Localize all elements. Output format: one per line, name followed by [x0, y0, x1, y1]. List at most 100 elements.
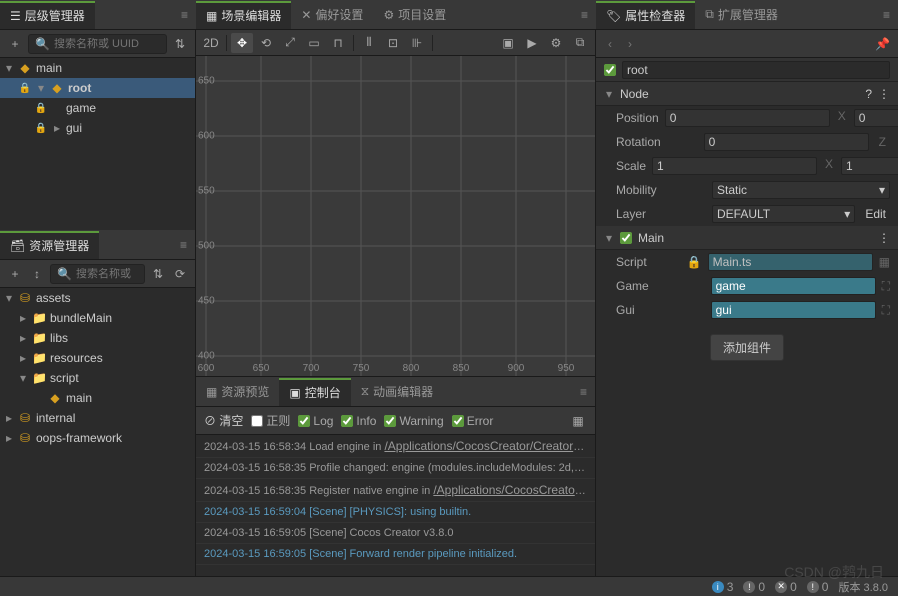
assets-tree: ▾⛁assets ▸📁bundleMain ▸📁libs ▸📁resources… [0, 288, 195, 576]
layer-edit-button[interactable]: Edit [861, 207, 890, 221]
asset-internal[interactable]: ▸⛁internal [0, 408, 195, 428]
tab-asset-preview[interactable]: ▦资源预览 [196, 378, 279, 406]
asset-bundlemain[interactable]: ▸📁bundleMain [0, 308, 195, 328]
layer-label: Layer [616, 207, 706, 221]
add-asset-button[interactable]: + [6, 265, 24, 283]
help-icon[interactable]: ? [865, 87, 872, 101]
assets-menu-icon[interactable]: ≡ [172, 238, 195, 252]
add-node-button[interactable]: + [6, 35, 24, 53]
more-icon[interactable]: ⋮ [878, 231, 890, 245]
position-y-input[interactable] [854, 109, 898, 127]
play-button[interactable]: ▶ [521, 33, 543, 53]
device-button[interactable]: ⧉ [569, 33, 591, 53]
info-filter[interactable]: Info [341, 414, 376, 428]
rect-tool[interactable]: ▭ [303, 33, 325, 53]
search-icon: 🔍 [57, 267, 72, 281]
tab-console[interactable]: ▣控制台 [279, 378, 350, 406]
node-game[interactable]: 🔒game [0, 98, 195, 118]
inspector-menu-icon[interactable]: ≡ [875, 8, 898, 22]
lock-icon: 🔒 [18, 83, 32, 94]
main-section-header[interactable]: ▾ Main ⋮ [596, 226, 898, 250]
hierarchy-search[interactable]: 🔍 [28, 34, 167, 54]
node-main[interactable]: ▾◆main [0, 58, 195, 78]
tab-extensions[interactable]: ⧉扩展管理器 [695, 1, 788, 29]
regex-checkbox[interactable]: 正则 [251, 412, 290, 429]
tab-inspector[interactable]: 🏷属性检查器 [596, 1, 695, 29]
pivot-tool[interactable]: ⊡ [382, 33, 404, 53]
db-icon: ⛁ [18, 411, 32, 425]
log-line: 2024-03-15 16:58:35 Register native engi… [196, 479, 595, 502]
sort-button[interactable]: ↕ [28, 265, 46, 283]
locate-icon[interactable]: ▦ [879, 255, 890, 269]
scale-tool[interactable]: ⤢ [279, 33, 301, 53]
game-field[interactable] [711, 277, 876, 295]
asset-script[interactable]: ▾📁script [0, 368, 195, 388]
object-name-input[interactable] [622, 61, 890, 79]
scale-y-input[interactable] [841, 157, 898, 175]
x-icon: ✕ [775, 581, 787, 593]
locate-icon[interactable]: ⛶ [882, 279, 890, 294]
move-tool[interactable]: ✥ [231, 33, 253, 53]
mobility-select[interactable]: Static▾ [712, 181, 890, 199]
console-menu-icon[interactable]: ≡ [572, 385, 595, 399]
add-component-button[interactable]: 添加组件 [710, 334, 784, 361]
asset-oops[interactable]: ▸⛁oops-framework [0, 428, 195, 448]
log-line: 2024-03-15 16:58:34 Load engine in /Appl… [196, 435, 595, 458]
nav-back-button[interactable]: ‹ [604, 37, 616, 51]
status-info[interactable]: i3 [712, 580, 734, 594]
locate-icon[interactable]: ⛶ [882, 303, 890, 318]
asset-libs[interactable]: ▸📁libs [0, 328, 195, 348]
hierarchy-search-input[interactable] [54, 38, 160, 50]
pin-button[interactable]: 📌 [875, 37, 890, 51]
object-enabled-checkbox[interactable] [604, 64, 616, 76]
position-x-input[interactable] [665, 109, 830, 127]
scene-menu-icon[interactable]: ≡ [573, 8, 596, 22]
snap-tool[interactable]: ⊪ [406, 33, 428, 53]
warn-filter[interactable]: Warning [384, 414, 443, 428]
node-root[interactable]: 🔒▾◆root [0, 78, 195, 98]
nav-forward-button[interactable]: › [624, 37, 636, 51]
refresh-button[interactable]: ⟳ [171, 265, 189, 283]
console-settings-icon[interactable]: ▦ [569, 412, 587, 430]
tab-scene-editor[interactable]: ▦场景编辑器 [196, 1, 291, 29]
rotation-z-input[interactable] [704, 133, 869, 151]
tab-animation[interactable]: ⧖动画编辑器 [351, 378, 443, 406]
camera-button[interactable]: ▣ [497, 33, 519, 53]
scene-viewport[interactable]: 650 600 550 500 450 400 360 600 650 700 … [196, 56, 595, 376]
align-tool[interactable]: ⫴ [358, 33, 380, 53]
mode-2d-button[interactable]: 2D [200, 33, 222, 53]
status-warn[interactable]: !0 [807, 580, 829, 594]
log-filter[interactable]: Log [298, 414, 333, 428]
status-i[interactable]: !0 [743, 580, 765, 594]
asset-assets[interactable]: ▾⛁assets [0, 288, 195, 308]
settings-button[interactable]: ⚙ [545, 33, 567, 53]
asset-resources[interactable]: ▸📁resources [0, 348, 195, 368]
gear-icon: ⚙ [383, 8, 394, 22]
hierarchy-menu-icon[interactable]: ≡ [173, 8, 196, 22]
node-gui[interactable]: 🔒▸gui [0, 118, 195, 138]
gui-field[interactable] [711, 301, 876, 319]
filter-button[interactable]: ⇅ [149, 265, 167, 283]
scale-x-input[interactable] [652, 157, 817, 175]
anchor-tool[interactable]: ⊓ [327, 33, 349, 53]
status-x[interactable]: ✕0 [775, 580, 797, 594]
scene-icon: ▦ [206, 9, 217, 23]
rotate-tool[interactable]: ⟲ [255, 33, 277, 53]
tab-preferences[interactable]: ✕偏好设置 [291, 1, 373, 29]
main-enabled-checkbox[interactable] [620, 232, 632, 244]
folder-icon: 📁 [32, 311, 46, 325]
assets-search-input[interactable] [76, 268, 138, 280]
tab-project-settings[interactable]: ⚙项目设置 [373, 1, 456, 29]
more-icon[interactable]: ⋮ [878, 87, 890, 101]
error-filter[interactable]: Error [452, 414, 494, 428]
assets-tab[interactable]: 🗃资源管理器 [0, 231, 99, 259]
inspector-header: 🏷属性检查器 ⧉扩展管理器 ≡ [596, 0, 898, 30]
clear-button[interactable]: ⊘ 清空 [204, 412, 243, 429]
assets-search[interactable]: 🔍 [50, 264, 145, 284]
hierarchy-collapse-button[interactable]: ⇅ [171, 35, 189, 53]
hierarchy-tab[interactable]: ☰ 层级管理器 [0, 1, 95, 29]
layer-select[interactable]: DEFAULT▾ [712, 205, 855, 223]
asset-main-ts[interactable]: ◆main [0, 388, 195, 408]
node-section-header[interactable]: ▾Node ? ⋮ [596, 82, 898, 106]
lock-icon: 🔒 [34, 123, 48, 134]
